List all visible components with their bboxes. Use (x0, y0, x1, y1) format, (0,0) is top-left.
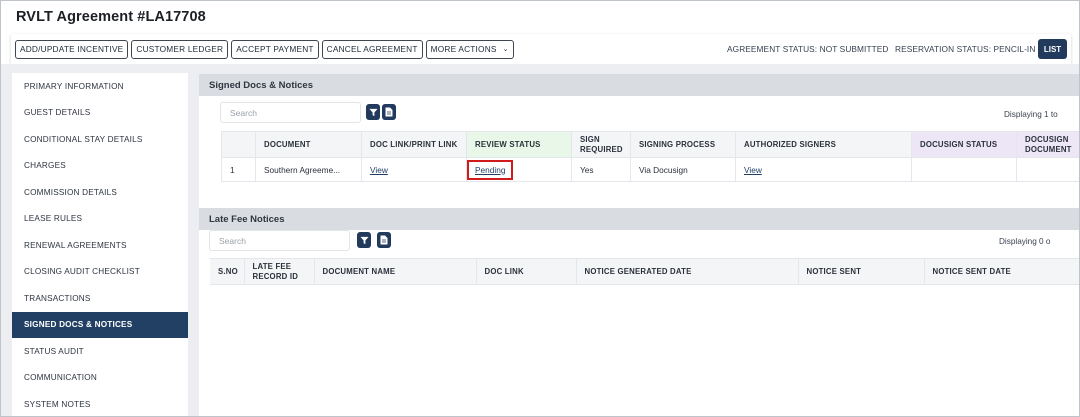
view-doc-link[interactable]: View (370, 165, 388, 175)
col-notice-sent-header: NOTICE SENT (798, 258, 925, 285)
sidebar-item-conditional-stay-details[interactable]: CONDITIONAL STAY DETAILS (12, 126, 188, 153)
export-button[interactable] (377, 232, 391, 248)
sidebar-item-commission-details[interactable]: COMMISSION DETAILS (12, 179, 188, 206)
col-notice-generated-date-header: NOTICE GENERATED DATE (576, 258, 799, 285)
doc-link-cell: View (361, 157, 467, 182)
page-title: RVLT Agreement #LA17708 (16, 9, 206, 25)
docusign-status-cell (911, 157, 1017, 182)
signing-process-cell: Via Docusign (630, 157, 736, 182)
table-row: 1 Southern Agreeme... View Pending Yes V… (221, 157, 1079, 182)
col-signing-process-header: SIGNING PROCESS (630, 131, 736, 158)
signed-docs-search-input[interactable]: Search (220, 102, 361, 123)
sidebar-item-primary-information[interactable]: PRIMARY INFORMATION (12, 73, 188, 100)
reservation-status: RESERVATION STATUS: PENCIL-IN (895, 44, 1036, 54)
signed-docs-displaying-count: Displaying 1 to (1004, 110, 1058, 119)
cancel-agreement-button[interactable]: CANCEL AGREEMENT (321, 39, 423, 59)
late-fee-table: S.NO LATE FEE RECORD ID DOCUMENT NAME DO… (210, 258, 1079, 285)
sign-required-cell: Yes (571, 157, 631, 182)
review-status-highlight: Pending (467, 159, 514, 180)
sidebar-item-lease-rules[interactable]: LEASE RULES (12, 206, 188, 233)
customer-ledger-button[interactable]: CUSTOMER LEDGER (131, 39, 229, 59)
col-docusign-document-header: DOCUSIGN DOCUMENT (1016, 131, 1079, 158)
authorized-signers-cell: View (735, 157, 912, 182)
col-notice-sent-date-header: NOTICE SENT DATE (924, 258, 1079, 285)
sidebar-item-renewal-agreements[interactable]: RENEWAL AGREEMENTS (12, 232, 188, 259)
col-sno-header: S.NO (210, 258, 245, 285)
sidebar-item-communication[interactable]: COMMUNICATION (12, 365, 188, 392)
col-review-status-header: REVIEW STATUS (466, 131, 572, 158)
app-frame: RVLT Agreement #LA17708 ADD/UPDATE INCEN… (0, 0, 1080, 417)
sidebar-item-status-audit[interactable]: STATUS AUDIT (12, 338, 188, 365)
filter-icon (368, 108, 378, 116)
filter-button[interactable] (366, 104, 380, 120)
filter-button[interactable] (357, 232, 371, 248)
col-doc-link-header: DOC LINK/PRINT LINK (361, 131, 467, 158)
table-header-row: S.NO LATE FEE RECORD ID DOCUMENT NAME DO… (210, 258, 1079, 285)
col-sign-required-header: SIGN REQUIRED (571, 131, 631, 158)
docusign-document-cell (1016, 157, 1079, 182)
late-fee-displaying-count: Displaying 0 o (999, 237, 1051, 246)
sidebar-item-guest-details[interactable]: GUEST DETAILS (12, 100, 188, 127)
document-icon (380, 235, 388, 245)
document-icon (385, 107, 393, 117)
filter-icon (359, 236, 369, 244)
late-fee-search-input[interactable]: Search (209, 230, 350, 251)
accept-payment-button[interactable]: ACCEPT PAYMENT (231, 39, 319, 59)
content-panel: Signed Docs & Notices Search Displaying … (199, 74, 1079, 416)
col-late-fee-record-id-header: LATE FEE RECORD ID (244, 258, 315, 285)
col-document-name-header: DOCUMENT NAME (314, 258, 477, 285)
sidebar-nav: PRIMARY INFORMATION GUEST DETAILS CONDIT… (12, 73, 188, 416)
agreement-status: AGREEMENT STATUS: NOT SUBMITTED (727, 44, 889, 54)
action-toolbar: ADD/UPDATE INCENTIVE CUSTOMER LEDGER ACC… (11, 34, 1071, 64)
more-actions-label: MORE ACTIONS (430, 44, 497, 54)
sidebar-item-closing-audit-checklist[interactable]: CLOSING AUDIT CHECKLIST (12, 259, 188, 286)
late-fee-section-header: Late Fee Notices (199, 208, 1079, 230)
col-docusign-status-header: DOCUSIGN STATUS (911, 131, 1017, 158)
sidebar-item-transactions[interactable]: TRANSACTIONS (12, 285, 188, 312)
add-update-incentive-button[interactable]: ADD/UPDATE INCENTIVE (15, 39, 129, 59)
more-actions-dropdown[interactable]: MORE ACTIONS ⌄ (425, 39, 514, 59)
document-name-cell: Southern Agreeme... (255, 157, 362, 182)
col-authorized-signers-header: AUTHORIZED SIGNERS (735, 131, 912, 158)
chevron-down-icon: ⌄ (502, 46, 509, 53)
review-status-cell: Pending (466, 157, 572, 182)
signed-docs-table: DOCUMENT DOC LINK/PRINT LINK REVIEW STAT… (221, 131, 1079, 182)
export-button[interactable] (382, 104, 396, 120)
sidebar-item-system-notes[interactable]: SYSTEM NOTES (12, 391, 188, 416)
table-header-row: DOCUMENT DOC LINK/PRINT LINK REVIEW STAT… (221, 131, 1079, 158)
col-index-header (221, 131, 256, 158)
signed-docs-section-header: Signed Docs & Notices (199, 74, 1079, 96)
sidebar-item-charges[interactable]: CHARGES (12, 153, 188, 180)
list-button[interactable]: LIST (1038, 39, 1067, 59)
col-doc-link-header: DOC LINK (476, 258, 577, 285)
pending-review-link[interactable]: Pending (475, 165, 505, 175)
view-signers-link[interactable]: View (744, 165, 762, 175)
row-number: 1 (221, 157, 256, 182)
sidebar-item-signed-docs-notices[interactable]: SIGNED DOCS & NOTICES (12, 311, 188, 338)
col-document-header: DOCUMENT (255, 131, 362, 158)
